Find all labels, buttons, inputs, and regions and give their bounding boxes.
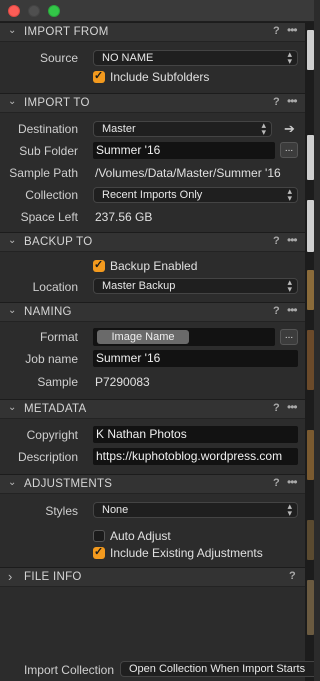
up-down-caret-icon: ▴ ▾ [287, 277, 292, 294]
chevron-down-icon: ⌄ [8, 25, 17, 36]
close-window-button[interactable] [8, 5, 20, 17]
job-name-label: Job name [25, 352, 78, 366]
import-collection-select-value: Open Collection When Import Starts [129, 663, 306, 675]
section-title: ADJUSTMENTS [24, 478, 113, 490]
up-down-caret-icon: ▴ ▾ [287, 501, 292, 518]
include-existing-adjustments-checkbox[interactable] [93, 545, 105, 559]
subfolder-label: Sub Folder [19, 144, 78, 158]
section-title: BACKUP TO [24, 236, 93, 248]
thumbnail[interactable] [307, 135, 314, 180]
thumbnail[interactable] [307, 520, 314, 560]
minimize-window-button[interactable] [28, 5, 40, 17]
section-header-metadata[interactable]: ⌄ METADATA ? ••• [0, 399, 305, 419]
thumbnail[interactable] [307, 580, 314, 635]
section-header-adjustments[interactable]: ⌄ ADJUSTMENTS ? ••• [0, 474, 305, 494]
space-left-value: 237.56 GB [95, 210, 153, 224]
section-header-backup-to[interactable]: ⌄ BACKUP TO ? ••• [0, 232, 305, 252]
chevron-down-icon: ⌄ [8, 96, 17, 107]
image-name-token[interactable]: Image Name [97, 330, 189, 344]
source-select-value: NO NAME [102, 52, 154, 64]
thumbnail[interactable] [307, 270, 314, 310]
help-icon[interactable]: ? [273, 477, 280, 489]
more-options-icon[interactable]: ••• [287, 400, 298, 414]
more-options-icon[interactable]: ••• [287, 475, 298, 489]
section-title: NAMING [24, 306, 72, 318]
backup-enabled-label: Backup Enabled [110, 259, 198, 273]
section-header-import-to[interactable]: ⌄ IMPORT TO ? ••• [0, 93, 305, 113]
thumbnail[interactable] [307, 330, 314, 390]
subfolder-tokens-button[interactable]: ... [280, 142, 298, 158]
sample-path-value: /Volumes/Data/Master/Summer '16 [95, 166, 281, 180]
destination-select[interactable]: Master ▴ ▾ [93, 121, 272, 137]
window-titlebar [0, 0, 314, 22]
location-select-value: Master Backup [102, 280, 176, 292]
section-header-file-info[interactable]: › FILE INFO ? [0, 567, 305, 587]
thumbnail[interactable] [307, 30, 314, 70]
format-field[interactable]: Image Name [93, 328, 275, 346]
up-down-caret-icon: ▴ ▾ [287, 49, 292, 66]
chevron-right-icon: › [8, 569, 13, 584]
import-collection-label: Import Collection [23, 663, 114, 677]
styles-label: Styles [45, 504, 78, 518]
zoom-window-button[interactable] [48, 5, 60, 17]
backup-enabled-checkbox[interactable] [93, 258, 105, 272]
chevron-down-icon: ⌄ [8, 305, 17, 316]
chevron-down-icon: ⌄ [8, 235, 17, 246]
section-title: IMPORT FROM [24, 26, 109, 38]
auto-adjust-checkbox[interactable] [93, 530, 105, 542]
location-select[interactable]: Master Backup ▴ ▾ [93, 278, 298, 294]
section-title: METADATA [24, 403, 87, 415]
chevron-down-icon: ⌄ [8, 477, 17, 488]
help-icon[interactable]: ? [289, 570, 296, 582]
chevron-down-icon: ⌄ [8, 402, 17, 413]
space-left-label: Space Left [20, 210, 78, 224]
section-title: IMPORT TO [24, 97, 90, 109]
show-in-finder-arrow-icon[interactable]: ➔ [284, 121, 295, 137]
source-label: Source [39, 51, 78, 65]
help-icon[interactable]: ? [273, 235, 280, 247]
description-label: Description [17, 450, 78, 464]
section-title: FILE INFO [24, 571, 82, 583]
import-collection-select[interactable]: Open Collection When Import Starts [120, 661, 314, 677]
styles-select[interactable]: None ▴ ▾ [93, 502, 298, 518]
job-name-field[interactable]: Summer '16 [93, 350, 298, 367]
include-existing-adjustments-label: Include Existing Adjustments [110, 546, 263, 560]
section-header-import-from[interactable]: ⌄ IMPORT FROM ? ••• [0, 22, 305, 42]
destination-select-value: Master [102, 123, 136, 135]
include-subfolders-label: Include Subfolders [110, 70, 210, 84]
subfolder-field[interactable]: Summer '16 [93, 142, 275, 159]
thumbnail[interactable] [307, 430, 314, 480]
help-icon[interactable]: ? [273, 96, 280, 108]
section-header-naming[interactable]: ⌄ NAMING ? ••• [0, 302, 305, 322]
more-options-icon[interactable]: ••• [287, 233, 298, 247]
help-icon[interactable]: ? [273, 25, 280, 37]
up-down-caret-icon: ▴ ▾ [261, 120, 266, 137]
format-tokens-button[interactable]: ... [280, 329, 298, 345]
collection-select[interactable]: Recent Imports Only ▴ ▾ [93, 187, 298, 203]
destination-label: Destination [17, 122, 78, 136]
sample-value: P7290083 [95, 375, 150, 389]
more-options-icon[interactable]: ••• [287, 303, 298, 317]
copyright-field[interactable]: K Nathan Photos [93, 426, 298, 443]
location-label: Location [32, 280, 78, 294]
sample-label: Sample [37, 375, 78, 389]
thumbnail[interactable] [307, 200, 314, 252]
copyright-label: Copyright [26, 428, 78, 442]
include-subfolders-checkbox[interactable] [93, 69, 105, 83]
collection-select-value: Recent Imports Only [102, 189, 203, 201]
more-options-icon[interactable]: ••• [287, 23, 298, 37]
source-select[interactable]: NO NAME ▴ ▾ [93, 50, 298, 66]
sample-path-label: Sample Path [9, 166, 78, 180]
help-icon[interactable]: ? [273, 305, 280, 317]
collection-label: Collection [25, 188, 78, 202]
up-down-caret-icon: ▴ ▾ [287, 186, 292, 203]
auto-adjust-label: Auto Adjust [110, 529, 171, 543]
styles-select-value: None [102, 504, 129, 516]
description-field[interactable]: https://kuphotoblog.wordpress.com [93, 448, 298, 465]
format-label: Format [39, 330, 78, 344]
more-options-icon[interactable]: ••• [287, 94, 298, 108]
help-icon[interactable]: ? [273, 402, 280, 414]
